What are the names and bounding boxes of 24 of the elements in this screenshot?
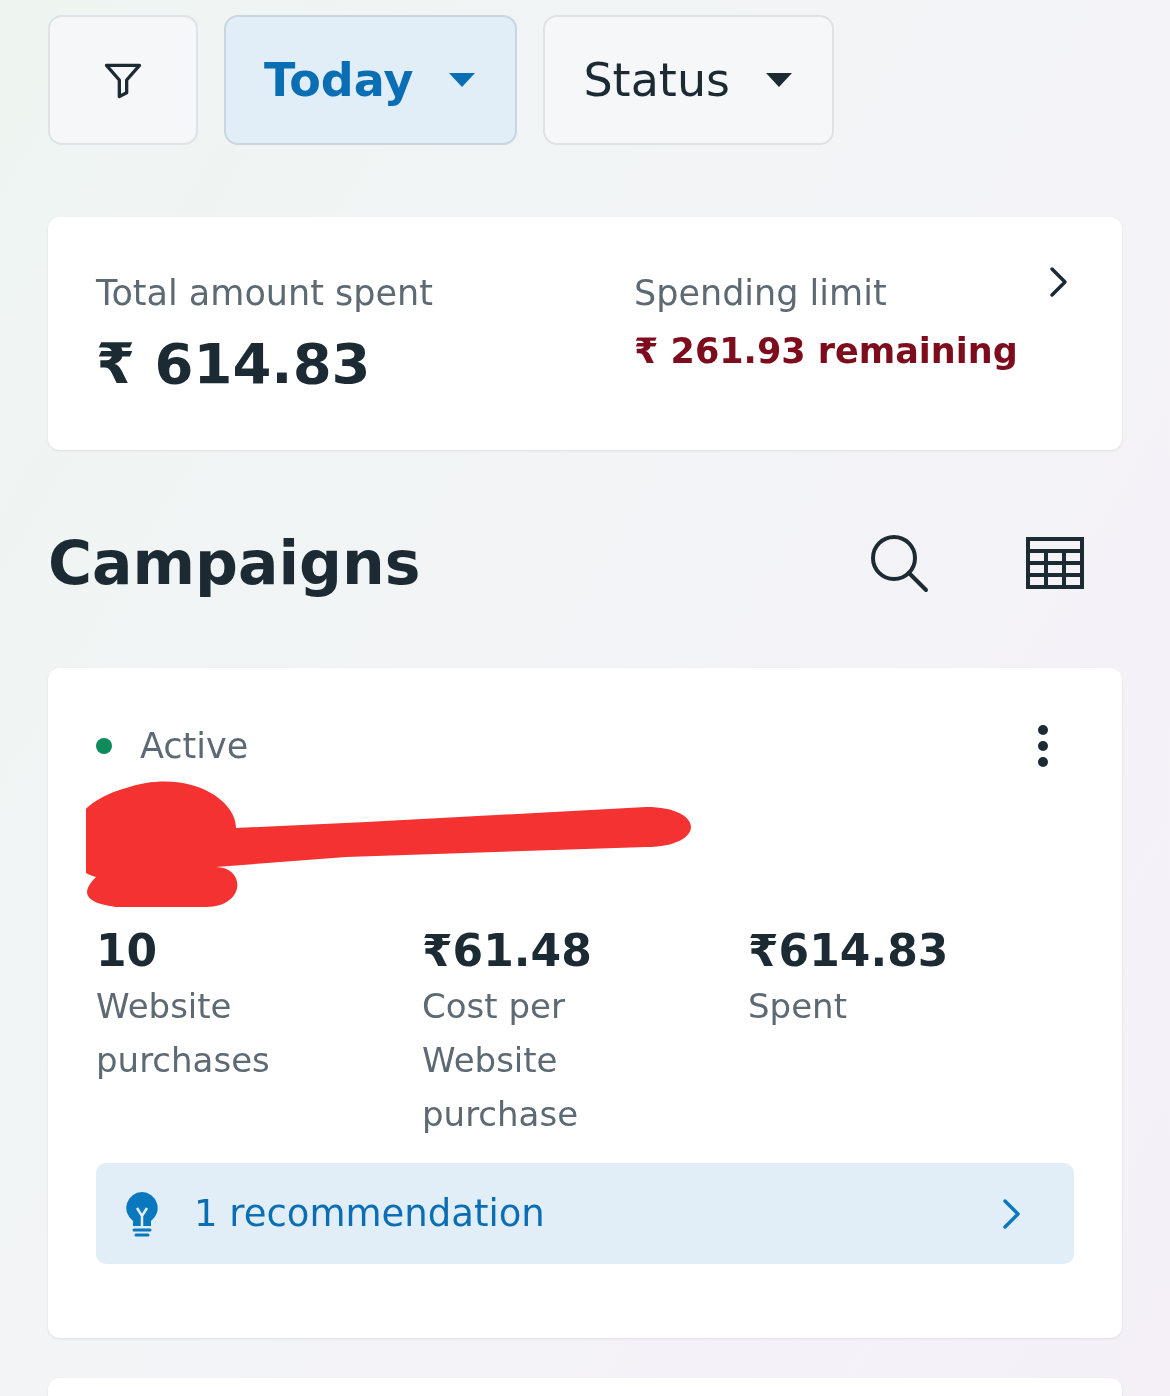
- metric-value: ₹61.48: [422, 924, 593, 978]
- status-label: Active: [140, 726, 249, 766]
- limit-label: Spending limit: [634, 273, 888, 313]
- filter-dropdown[interactable]: Status: [543, 15, 834, 145]
- caret-icon: [447, 71, 478, 89]
- metric-label: Website purchases: [96, 985, 271, 1082]
- chevron-right-icon: [1002, 1197, 1022, 1230]
- chevron-right-icon[interactable]: [1048, 265, 1070, 299]
- remaining-amount: ₹ 261.93 remaining: [634, 331, 1018, 371]
- metric-label: Spent: [748, 985, 848, 1028]
- total-label: Total amount spent: [96, 273, 434, 313]
- more-icon[interactable]: [1036, 724, 1050, 768]
- metric-label: Cost per Website purchase: [422, 985, 580, 1136]
- lightbulb-icon: [124, 1189, 160, 1238]
- metric-value: 10: [96, 924, 159, 978]
- campaign-card[interactable]: Active 10 Website purchases ₹61.48 Cost per Website purchase ₹614.83 Spent 1 recommendation: [48, 668, 1122, 1338]
- metric-value: ₹614.83: [748, 924, 950, 978]
- total-amount: ₹ 614.83: [96, 331, 372, 396]
- filter-dropdown[interactable]: Today: [224, 15, 518, 145]
- table-icon[interactable]: [1026, 537, 1084, 589]
- recommendation-button[interactable]: 1 recommendation: [96, 1163, 1074, 1264]
- caret-icon: [764, 71, 794, 89]
- section-title: Campaigns: [48, 528, 421, 598]
- search-icon[interactable]: [868, 532, 930, 594]
